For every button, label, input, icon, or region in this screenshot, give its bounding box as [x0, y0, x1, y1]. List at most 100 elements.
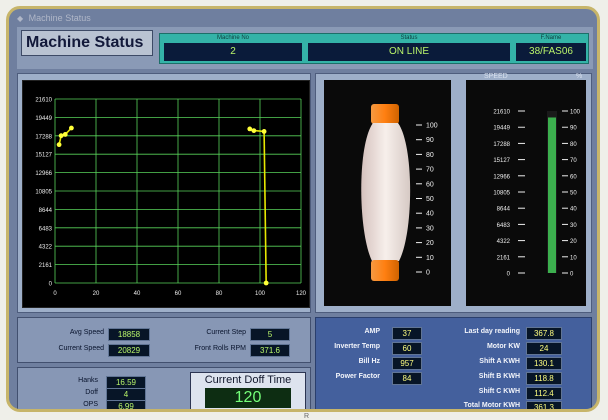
machine-info-strip: Machine No 2 Status ON LINE F.Name 38/FA… [159, 33, 589, 64]
gauge-right-tick-label: 30 [570, 223, 577, 229]
bobbin-scale-label: 100 [426, 123, 438, 130]
machine-no-block: Machine No 2 [162, 34, 304, 63]
bobbin-scale: 1009080706050403020100 [416, 123, 438, 277]
status-value: ON LINE [308, 43, 510, 61]
x-tick-label: 40 [134, 291, 141, 297]
bobbin-top-cap [371, 104, 399, 124]
gauge-right-tick-label: 60 [570, 174, 577, 180]
bobbin-scale-label: 90 [426, 137, 434, 144]
last-day-reading-value: 367.8 [526, 327, 562, 340]
status-block: Status ON LINE [306, 34, 512, 63]
current-doff-time-value: 120 [205, 388, 291, 408]
shift-b-kwh-label: Shift B KWH [478, 373, 520, 380]
y-tick-label: 19449 [35, 116, 52, 122]
inverter-temp-label: Inverter Temp [334, 343, 380, 350]
avg-speed-value: 18858 [108, 328, 150, 341]
gauge-right-tick-label: 0 [570, 272, 574, 278]
bobbin-view: 100 90 80 70 60 50 40 30 20 10 0 [324, 80, 451, 306]
speed-chart-svg: 2161019449172881512712966108058644648343… [35, 98, 307, 298]
page-title: Machine Status [21, 30, 153, 56]
gauge-left-tick-label: 4322 [497, 239, 511, 245]
gauge-right-tick-label: 100 [570, 110, 581, 116]
gauge-left-tick-label: 19449 [493, 126, 510, 132]
y-tick-label: 0 [49, 282, 53, 288]
gauge-right-tick-label: 10 [570, 255, 577, 261]
y-tick-label: 8644 [39, 208, 53, 214]
motor-kw-label: Motor KW [486, 343, 520, 350]
series-point [62, 132, 68, 137]
status-label: Status [400, 35, 418, 41]
speed-chart-panel: 21610 19449 17288 15127 12966 10805 8644 6483 43… [17, 73, 311, 313]
footer-mark: R [304, 413, 310, 420]
bobbin-svg: 1009080706050403020100 [361, 104, 438, 281]
y-tick-label: 4322 [39, 245, 53, 251]
window-titlebar: ◆ Machine Status [17, 9, 592, 29]
gauge-left-tick-label: 10805 [493, 191, 510, 197]
gauge-left-tick-label: 12966 [493, 174, 510, 180]
gauge-unit: % [576, 73, 583, 80]
header-section: Machine Status Machine No 2 Status ON LI… [17, 27, 593, 69]
bobbin-scale-label: 0 [426, 270, 430, 277]
gauge-title: SPEED [484, 73, 508, 80]
gauge-right-tick-label: 70 [570, 158, 577, 164]
fname-value: 38/FAS06 [516, 43, 586, 61]
current-step-label: Current Step [206, 329, 246, 336]
gauge-right-tick-label: 50 [570, 191, 577, 197]
front-rolls-value: 371.6 [250, 344, 290, 357]
gauge-left-tick-label: 15127 [493, 158, 510, 164]
last-day-reading-label: Last day reading [464, 328, 520, 335]
series-point [261, 129, 267, 134]
x-tick-label: 60 [175, 291, 182, 297]
bobbin-body [361, 123, 411, 261]
current-speed-label: Current Speed [58, 345, 104, 352]
gauge-right-tick-label: 40 [570, 207, 577, 213]
bill-hz-value: 957 [392, 357, 422, 370]
power-factor-value: 84 [392, 372, 422, 385]
electrical-panel: AMP 37 Inverter Temp 60 Bill Hz 957 Powe… [315, 317, 592, 409]
avg-speed-label: Avg Speed [69, 329, 104, 336]
current-step-value: 5 [250, 328, 290, 341]
x-tick-label: 120 [296, 291, 307, 297]
shift-c-kwh-label: Shift C KWH [478, 388, 520, 395]
ops-value: 6.99 [106, 400, 146, 409]
total-motor-kwh-value: 361.3 [526, 401, 562, 409]
y-tick-label: 2161 [39, 263, 53, 269]
bobbin-scale-label: 80 [426, 152, 434, 159]
gauge-right-tick-label: 20 [570, 239, 577, 245]
machine-no-value: 2 [164, 43, 302, 61]
gauge-left-tick-label: 2161 [497, 255, 511, 261]
total-motor-kwh-label: Total Motor KWH [463, 402, 520, 409]
series-point [58, 133, 64, 139]
bobbin-scale-label: 20 [426, 240, 434, 247]
y-tick-label: 17288 [35, 134, 52, 140]
speed-metrics-panel: Avg Speed 18858 Current Speed 20829 Curr… [17, 317, 311, 363]
gauge-left-tick-label: 0 [507, 272, 511, 278]
series-point [251, 128, 257, 133]
window-title: Machine Status [28, 13, 91, 23]
bobbin-scale-label: 50 [426, 196, 434, 203]
shift-c-kwh-value: 112.4 [526, 387, 562, 400]
x-tick-label: 20 [93, 291, 100, 297]
current-doff-time-box: Current Doff Time 120 [190, 372, 306, 409]
y-tick-label: 6483 [39, 226, 53, 232]
gauge-left-tick-label: 8644 [497, 207, 511, 213]
motor-kw-value: 24 [526, 342, 562, 355]
production-panel: Hanks 16.59 Doff 4 OPS 6.99 Current Doff… [17, 367, 311, 409]
bobbin-scale-label: 60 [426, 181, 434, 188]
window-menu-icon[interactable]: ◆ [17, 14, 23, 23]
fname-block: F.Name 38/FAS06 [514, 34, 588, 63]
power-factor-label: Power Factor [335, 373, 380, 380]
y-tick-label: 10805 [35, 190, 52, 196]
gauge-svg: 21610 10019449 9017288 8015127 7012966 601080… [493, 110, 581, 278]
shift-a-kwh-value: 130.1 [526, 357, 562, 370]
ops-label: OPS [83, 401, 98, 408]
inverter-temp-value: 60 [392, 342, 422, 355]
current-doff-time-label: Current Doff Time [204, 374, 292, 386]
series-point [247, 126, 253, 132]
gauge-right-tick-label: 80 [570, 142, 577, 148]
speed-gauge: 21610 100 19449 90 17288 80 15127 70 12966 60 1080… [466, 80, 586, 306]
speed-chart: 21610 19449 17288 15127 12966 10805 8644 6483 43… [22, 80, 310, 308]
bobbin-scale-label: 10 [426, 255, 434, 262]
bobbin-scale-label: 70 [426, 167, 434, 174]
y-tick-label: 15127 [35, 153, 52, 159]
